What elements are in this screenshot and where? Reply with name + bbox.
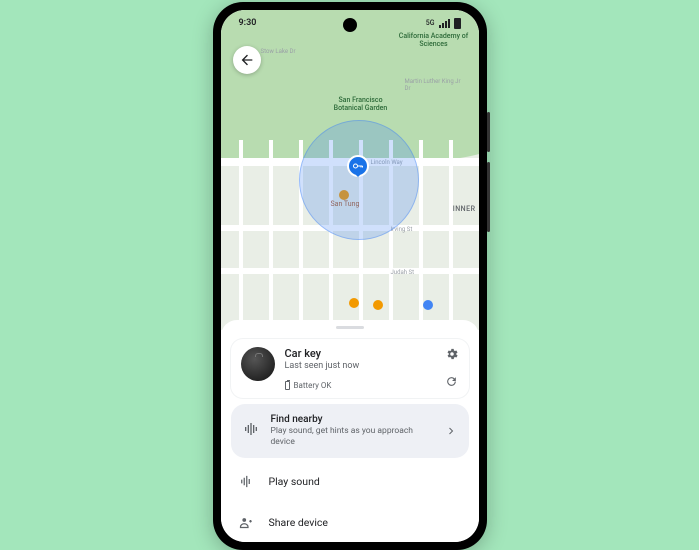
district-label: INNER: [453, 205, 476, 213]
signal-icon: [439, 19, 450, 28]
street-label: Stow Lake Dr: [261, 48, 296, 55]
battery-icon: [285, 381, 290, 390]
network-type: 5G: [426, 19, 435, 27]
gear-icon: [445, 347, 459, 361]
sound-icon: [237, 474, 255, 489]
find-title: Find nearby: [271, 414, 433, 425]
map-view[interactable]: Lincoln Way Irving St Judah St Stow Lake…: [221, 10, 479, 330]
device-marker[interactable]: [347, 155, 369, 177]
volume-button: [487, 112, 490, 152]
chevron-right-icon: [445, 425, 457, 437]
find-subtitle: Play sound, get hints as you approach de…: [271, 426, 433, 448]
battery-status: Battery OK: [294, 381, 332, 390]
settings-button[interactable]: [445, 347, 459, 361]
poi-pin-icon: [373, 300, 383, 310]
poi-pin-icon: [349, 298, 359, 308]
key-icon: [352, 160, 364, 172]
battery-icon: [454, 18, 461, 29]
park-label: San Francisco Botanical Garden: [326, 96, 396, 113]
action-label: Share device: [269, 516, 329, 529]
street-label: Judah St: [391, 269, 415, 276]
last-seen-text: Last seen just now: [285, 361, 435, 371]
device-name: Car key: [285, 347, 435, 360]
device-image: [241, 347, 275, 381]
play-sound-button[interactable]: Play sound: [231, 464, 469, 499]
device-card: Car key Last seen just now Battery OK: [231, 339, 469, 398]
arrow-left-icon: [239, 52, 255, 68]
share-device-button[interactable]: Share device: [231, 505, 469, 540]
power-button: [487, 162, 490, 232]
find-nearby-button[interactable]: Find nearby Play sound, get hints as you…: [231, 404, 469, 458]
clock: 9:30: [239, 18, 257, 28]
action-label: Play sound: [269, 475, 320, 488]
bottom-sheet[interactable]: Car key Last seen just now Battery OK: [221, 320, 479, 542]
screen: 9:30 5G Lincoln Wa: [221, 10, 479, 542]
refresh-icon: [445, 375, 458, 388]
drag-handle[interactable]: [336, 326, 364, 329]
refresh-button[interactable]: [445, 375, 458, 388]
person-add-icon: [237, 515, 255, 530]
street-label: Martin Luther King Jr Dr: [405, 78, 465, 92]
front-camera: [343, 18, 357, 32]
phone-frame: 9:30 5G Lincoln Wa: [213, 2, 487, 550]
radar-icon: [243, 421, 259, 441]
back-button[interactable]: [233, 46, 261, 74]
poi-pin-icon: [423, 300, 433, 310]
